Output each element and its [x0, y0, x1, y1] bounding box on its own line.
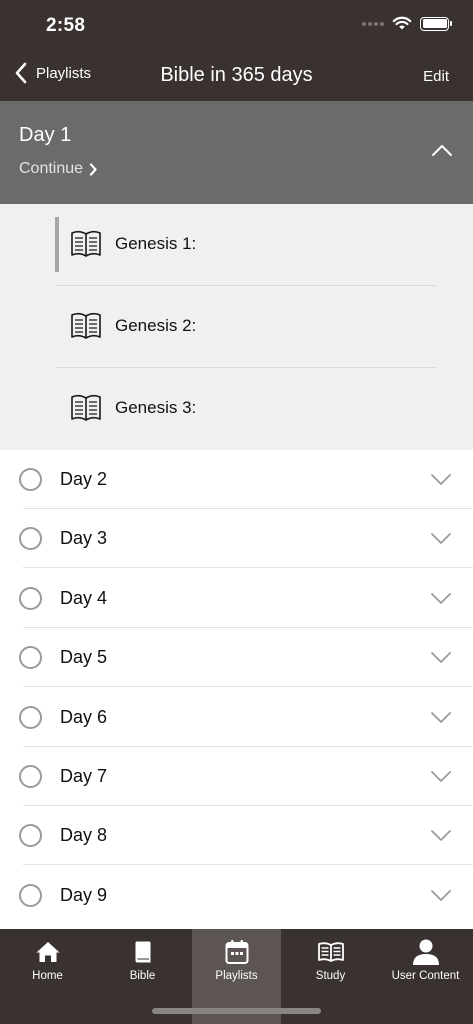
- chevron-down-icon[interactable]: [430, 532, 452, 545]
- reading-label: Genesis 2:: [115, 316, 197, 335]
- reading-item[interactable]: Genesis 1:: [55, 204, 436, 286]
- day-1-header[interactable]: Day 1 Continue: [0, 101, 473, 204]
- page-title: Bible in 365 days: [160, 64, 313, 86]
- completion-radio[interactable]: [19, 587, 42, 610]
- status-time: 2:58: [46, 15, 86, 36]
- reading-label: Genesis 1:: [115, 234, 197, 253]
- completion-radio[interactable]: [19, 706, 42, 729]
- chevron-down-icon[interactable]: [430, 829, 452, 842]
- tab-label: Study: [315, 970, 346, 982]
- day-row[interactable]: Day 3: [0, 509, 473, 568]
- day-label: Day 5: [60, 647, 108, 667]
- tab-user-content[interactable]: User Content: [378, 929, 473, 1024]
- day-label: Day 4: [60, 588, 108, 608]
- chevron-down-icon[interactable]: [430, 651, 452, 664]
- day-row[interactable]: Day 6: [0, 688, 473, 747]
- app-screen: 2:58 Playlists Bible in 365 days Edit Da…: [0, 0, 473, 1024]
- book-icon: [71, 394, 101, 421]
- tab-label: Playlists: [215, 970, 258, 982]
- day-row[interactable]: Day 7: [0, 747, 473, 806]
- day-label: Day 8: [60, 825, 108, 845]
- day-row[interactable]: Day 8: [0, 806, 473, 865]
- continue-label: Continue: [19, 160, 84, 177]
- day-row[interactable]: Day 9: [0, 866, 473, 925]
- tab-label: Home: [32, 970, 63, 982]
- chevron-down-icon[interactable]: [430, 473, 452, 486]
- status-icons: [362, 16, 452, 31]
- home-icon: [36, 942, 59, 962]
- tab-label: User Content: [391, 970, 460, 982]
- chevron-down-icon[interactable]: [430, 711, 452, 724]
- current-reading-indicator: [55, 217, 59, 272]
- completion-radio[interactable]: [19, 884, 42, 907]
- day-label: Day 9: [60, 885, 108, 905]
- completion-radio[interactable]: [19, 527, 42, 550]
- user-icon: [412, 939, 439, 965]
- chevron-down-icon[interactable]: [430, 889, 452, 902]
- reading-label: Genesis 3:: [115, 398, 197, 417]
- row-divider: [23, 686, 473, 687]
- completion-radio[interactable]: [19, 824, 42, 847]
- cellular-signal-icon: [362, 21, 384, 26]
- chevron-right-icon: [89, 162, 97, 176]
- day-label: Day 7: [60, 766, 108, 786]
- edit-button[interactable]: Edit: [423, 68, 449, 85]
- tab-label: Bible: [129, 970, 156, 982]
- day-label: Day 2: [60, 469, 108, 489]
- day-label: Day 3: [60, 528, 108, 548]
- day-row[interactable]: Day 4: [0, 569, 473, 628]
- top-bar: 2:58 Playlists Bible in 365 days Edit: [0, 0, 473, 101]
- open-book-icon: [317, 942, 344, 962]
- row-divider: [23, 567, 473, 568]
- bible-icon: [135, 941, 150, 963]
- reading-item[interactable]: Genesis 3:: [55, 368, 436, 450]
- chevron-up-icon[interactable]: [431, 143, 453, 157]
- calendar-icon: [225, 940, 248, 964]
- chevron-down-icon[interactable]: [430, 592, 452, 605]
- row-divider: [23, 864, 473, 865]
- completion-radio[interactable]: [19, 646, 42, 669]
- completion-radio[interactable]: [19, 468, 42, 491]
- day-1-title: Day 1: [19, 124, 72, 146]
- home-indicator[interactable]: [152, 1008, 321, 1014]
- book-icon: [71, 230, 101, 257]
- reading-item[interactable]: Genesis 2:: [55, 286, 436, 368]
- continue-link[interactable]: Continue: [19, 160, 97, 178]
- day-label: Day 6: [60, 707, 108, 727]
- wifi-icon: [392, 16, 412, 30]
- chevron-down-icon[interactable]: [430, 770, 452, 783]
- day-row[interactable]: Day 5: [0, 628, 473, 687]
- completion-radio[interactable]: [19, 765, 42, 788]
- book-icon: [71, 312, 101, 339]
- day-row[interactable]: Day 2: [0, 450, 473, 509]
- tab-home[interactable]: Home: [0, 929, 95, 1024]
- battery-icon: [420, 16, 452, 31]
- day-1-readings: Genesis 1: Genesis 2: Genesis 3:: [0, 204, 473, 450]
